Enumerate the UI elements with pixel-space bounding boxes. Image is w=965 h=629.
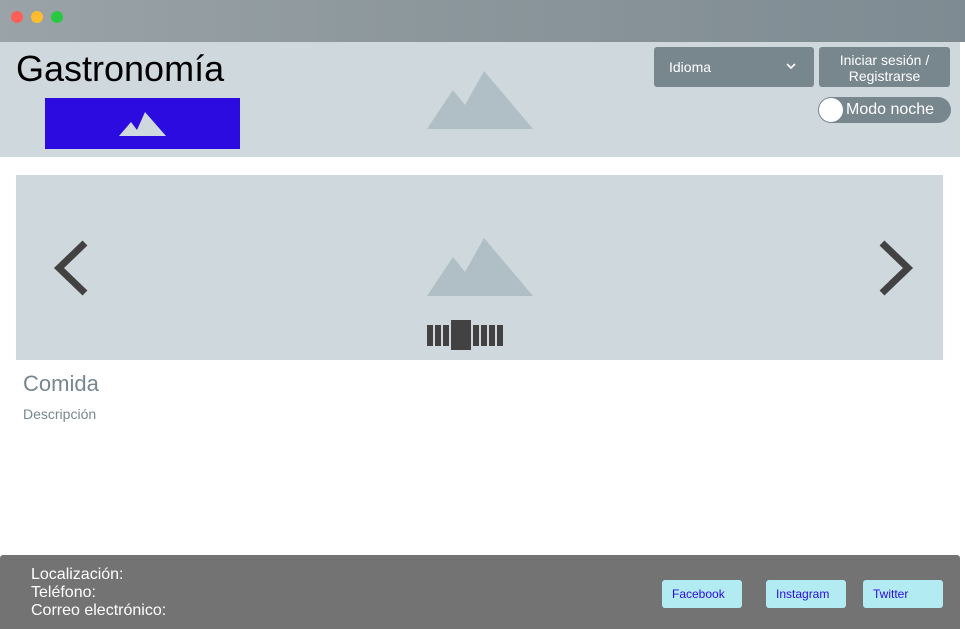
window-titlebar (0, 0, 965, 42)
carousel-indicator[interactable] (473, 325, 479, 346)
language-select[interactable]: Idioma (654, 47, 814, 87)
chevron-left-icon[interactable] (52, 240, 90, 296)
section-title: Comida (23, 371, 99, 396)
night-mode-toggle[interactable]: Modo noche (818, 97, 951, 123)
language-select-label: Idioma (669, 59, 712, 75)
image-placeholder-icon (119, 112, 166, 136)
section-description: Descripción (23, 406, 97, 422)
carousel-indicator[interactable] (435, 325, 441, 346)
login-register-button[interactable]: Iniciar sesión / Registrarse (819, 47, 950, 87)
image-carousel (16, 175, 943, 360)
night-mode-label: Modo noche (846, 101, 935, 118)
chevron-down-icon (786, 63, 796, 70)
image-placeholder-icon (427, 238, 533, 296)
facebook-button[interactable]: Facebook (662, 580, 742, 608)
site-footer: Localización: Teléfono: Correo electróni… (0, 555, 960, 629)
carousel-indicator[interactable] (497, 325, 503, 346)
carousel-indicator[interactable] (489, 325, 495, 346)
register-label: Registrarse (848, 68, 921, 84)
carousel-indicator[interactable] (427, 325, 433, 346)
image-placeholder-icon (427, 71, 533, 129)
chevron-right-icon[interactable] (877, 240, 915, 296)
close-window-button[interactable] (11, 11, 23, 23)
maximize-window-button[interactable] (51, 11, 63, 23)
location-label: Localización: (31, 566, 124, 583)
page-title: Gastronomía (16, 48, 225, 89)
carousel-indicator-active[interactable] (451, 320, 471, 350)
contact-info: Localización: Teléfono: Correo electróni… (31, 566, 166, 620)
instagram-button[interactable]: Instagram (766, 580, 846, 608)
twitter-button[interactable]: Twitter (863, 580, 943, 608)
login-label: Iniciar sesión / (839, 52, 930, 68)
phone-label: Teléfono: (31, 584, 96, 601)
carousel-indicators (427, 320, 532, 350)
carousel-indicator[interactable] (481, 325, 487, 346)
minimize-window-button[interactable] (31, 11, 43, 23)
site-logo[interactable] (45, 98, 240, 149)
toggle-knob (819, 98, 843, 122)
site-header: Gastronomía Idioma Iniciar sesión / Regi… (0, 42, 960, 157)
email-label: Correo electrónico: (31, 602, 167, 619)
carousel-indicator[interactable] (443, 325, 449, 346)
